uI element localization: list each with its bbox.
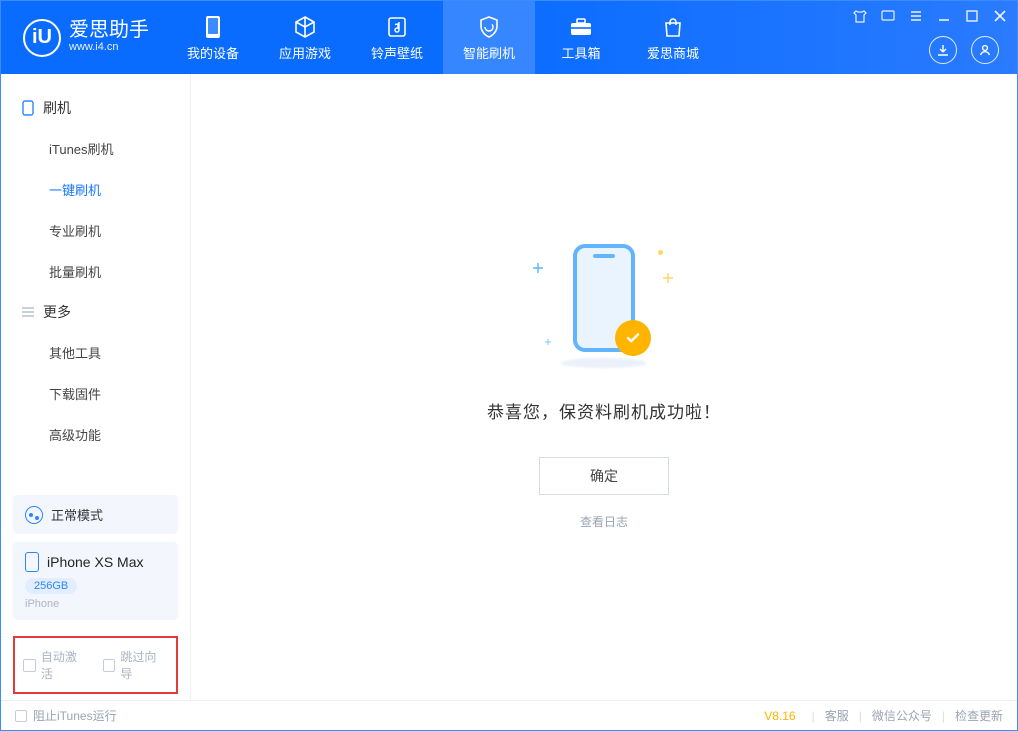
checkbox-icon: [23, 659, 36, 672]
ok-button[interactable]: 确定: [539, 457, 669, 495]
feedback-icon[interactable]: [879, 7, 897, 25]
device-mode-card[interactable]: 正常模式: [13, 495, 178, 534]
tab-apps-games[interactable]: 应用游戏: [259, 1, 351, 74]
sparkle-icon: [663, 270, 673, 280]
sidebar-item-advanced[interactable]: 高级功能: [1, 414, 190, 455]
tab-label: 智能刷机: [463, 43, 515, 62]
tab-label: 爱思商城: [647, 43, 699, 62]
app-logo: iU 爱思助手 www.i4.cn: [1, 1, 167, 74]
maximize-icon[interactable]: [963, 7, 981, 25]
device-type: iPhone: [25, 598, 166, 610]
logo-icon: iU: [23, 19, 61, 57]
shield-refresh-icon: [477, 13, 501, 41]
status-bar: 阻止iTunes运行 V8.16 | 客服 | 微信公众号 | 检查更新: [1, 700, 1017, 730]
sidebar-group-title: 刷机: [43, 98, 71, 118]
tshirt-icon[interactable]: [851, 7, 869, 25]
checkbox-skip-guide[interactable]: 跳过向导: [103, 648, 169, 682]
window-controls: [851, 7, 1009, 25]
sparkle-icon: [545, 332, 551, 338]
sidebar-group-more: 更多: [1, 292, 190, 332]
tab-smart-flash[interactable]: 智能刷机: [443, 1, 535, 74]
close-icon[interactable]: [991, 7, 1009, 25]
sidebar-group-flash: 刷机: [1, 88, 190, 128]
checkbox-block-itunes[interactable]: 阻止iTunes运行: [15, 707, 117, 724]
checkbox-label: 阻止iTunes运行: [33, 707, 117, 724]
download-icon[interactable]: [929, 36, 957, 64]
sparkle-icon: [533, 260, 543, 270]
app-header: iU 爱思助手 www.i4.cn 我的设备 应用游戏 铃声壁纸 智能刷机 工具…: [1, 1, 1017, 74]
sidebar-item-oneclick-flash[interactable]: 一键刷机: [1, 169, 190, 210]
app-name: 爱思助手: [69, 20, 149, 40]
minimize-icon[interactable]: [935, 7, 953, 25]
toolbox-icon: [569, 13, 593, 41]
checkbox-auto-activate[interactable]: 自动激活: [23, 648, 89, 682]
nav-tabs: 我的设备 应用游戏 铃声壁纸 智能刷机 工具箱 爱思商城: [167, 1, 719, 74]
tab-label: 铃声壁纸: [371, 43, 423, 62]
version-label: V8.16: [764, 709, 795, 723]
tab-label: 我的设备: [187, 43, 239, 62]
device-storage-badge: 256GB: [25, 578, 77, 594]
list-icon: [21, 305, 35, 319]
menu-icon[interactable]: [907, 7, 925, 25]
sidebar: 刷机 iTunes刷机 一键刷机 专业刷机 批量刷机 更多 其他工具 下载固件 …: [1, 74, 191, 700]
footer-link-check-update[interactable]: 检查更新: [955, 707, 1003, 724]
footer-link-wechat[interactable]: 微信公众号: [872, 707, 932, 724]
checkbox-icon: [103, 659, 116, 672]
sidebar-group-title: 更多: [43, 302, 71, 322]
view-log-link[interactable]: 查看日志: [580, 513, 628, 530]
separator: |: [942, 709, 945, 723]
checkbox-label: 跳过向导: [120, 648, 168, 682]
options-highlight-box: 自动激活 跳过向导: [13, 636, 178, 694]
tab-my-device[interactable]: 我的设备: [167, 1, 259, 74]
tab-label: 应用游戏: [279, 43, 331, 62]
checkbox-icon: [15, 710, 27, 722]
phone-outline-icon: [21, 101, 35, 115]
tab-ringtones-wallpapers[interactable]: 铃声壁纸: [351, 1, 443, 74]
cube-icon: [293, 13, 317, 41]
phone-icon: [25, 552, 39, 572]
music-note-icon: [386, 13, 408, 41]
separator: |: [812, 709, 815, 723]
device-card[interactable]: iPhone XS Max 256GB iPhone: [13, 542, 178, 620]
check-badge-icon: [615, 320, 651, 356]
tab-label: 工具箱: [561, 43, 600, 62]
separator: |: [859, 709, 862, 723]
mode-icon: [25, 506, 43, 524]
success-message: 恭喜您，保资料刷机成功啦！: [487, 398, 721, 423]
sidebar-item-other-tools[interactable]: 其他工具: [1, 332, 190, 373]
app-url: www.i4.cn: [69, 40, 149, 54]
shopping-bag-icon: [662, 13, 684, 41]
device-icon: [204, 13, 222, 41]
sidebar-item-itunes-flash[interactable]: iTunes刷机: [1, 128, 190, 169]
device-name: iPhone XS Max: [47, 554, 144, 570]
tab-toolbox[interactable]: 工具箱: [535, 1, 627, 74]
header-action-circles: [929, 36, 999, 64]
sidebar-item-pro-flash[interactable]: 专业刷机: [1, 210, 190, 251]
main-content: 恭喜您，保资料刷机成功啦！ 确定 查看日志: [191, 74, 1017, 700]
sparkle-dot-icon: [658, 250, 663, 255]
success-illustration: [559, 244, 649, 364]
footer-link-support[interactable]: 客服: [825, 707, 849, 724]
device-mode-label: 正常模式: [51, 505, 103, 524]
tab-store[interactable]: 爱思商城: [627, 1, 719, 74]
sidebar-item-batch-flash[interactable]: 批量刷机: [1, 251, 190, 292]
user-account-icon[interactable]: [971, 36, 999, 64]
checkbox-label: 自动激活: [41, 648, 89, 682]
sidebar-item-download-firmware[interactable]: 下载固件: [1, 373, 190, 414]
